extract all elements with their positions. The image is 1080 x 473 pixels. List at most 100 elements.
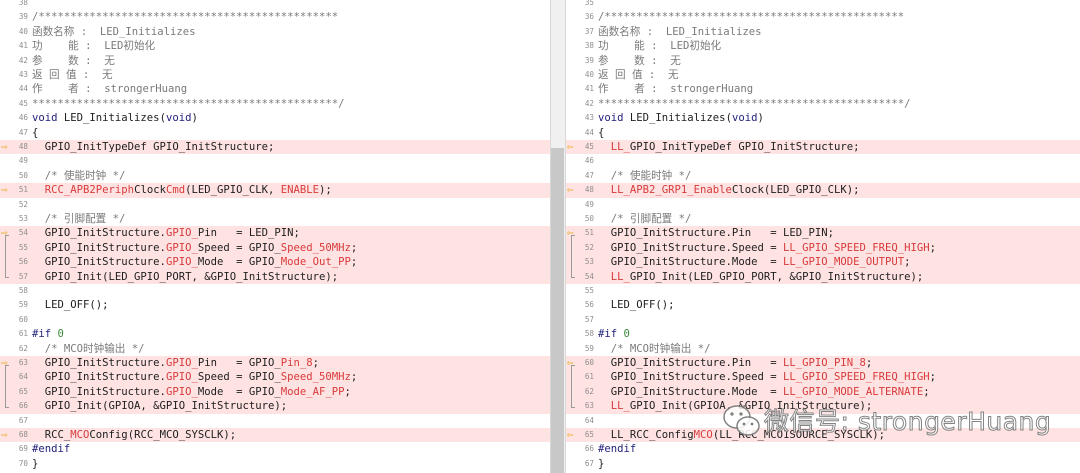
code-text: 功 能 : LED初始化 xyxy=(598,39,721,53)
code-line[interactable]: 36 /*************************************… xyxy=(566,10,1080,24)
code-line[interactable]: 69 #endif xyxy=(0,442,550,456)
diff-code-line[interactable]: 64 GPIO_InitStructure.GPIO_Speed = GPIO_… xyxy=(0,370,550,385)
line-number: 66 xyxy=(584,444,594,454)
code-line[interactable]: 43 void LED_Initializes(void) xyxy=(566,111,1080,125)
diff-code-line[interactable]: ⇦ 48 LL_APB2_GRP1_EnableClock(LED_GPIO_CL… xyxy=(566,183,1080,198)
code-line[interactable]: 60 xyxy=(0,313,550,327)
code-line[interactable]: 61 #if 0 xyxy=(0,327,550,341)
line-gutter: 56 xyxy=(0,255,31,270)
code-text: GPIO_InitStructure.Mode = LL_GPIO_MODE_O… xyxy=(598,255,911,269)
code-line[interactable]: 50 /* 使能时钟 */ xyxy=(0,169,550,183)
code-line[interactable]: 62 /* MCO时钟输出 */ xyxy=(0,342,550,356)
diff-code-line[interactable]: 53 GPIO_InitStructure.Mode = LL_GPIO_MOD… xyxy=(566,255,1080,270)
diff-code-line[interactable]: 52 GPIO_InitStructure.Speed = LL_GPIO_SP… xyxy=(566,240,1080,256)
code-text: ****************************************… xyxy=(32,97,345,111)
code-line[interactable]: 70} xyxy=(0,457,550,471)
line-number: 56 xyxy=(18,257,28,267)
code-line[interactable]: 43 返 回 值 : 无 xyxy=(0,68,550,82)
code-line[interactable]: 59 /* MCO时钟输出 */ xyxy=(566,342,1080,356)
code-line[interactable]: 39 /*************************************… xyxy=(0,10,550,24)
code-line[interactable]: 41 功 能 : LED初始化 xyxy=(0,39,550,53)
line-number: 59 xyxy=(18,300,28,310)
code-line[interactable]: 49 xyxy=(566,198,1080,212)
line-gutter: 61 xyxy=(566,370,597,385)
diff-highlight-token: Periph xyxy=(95,184,135,197)
code-line[interactable]: 40 返 回 值 : 无 xyxy=(566,68,1080,82)
left-arrow-icon[interactable]: ⇦ xyxy=(567,140,574,154)
line-gutter: 41 xyxy=(566,82,597,96)
code-line[interactable]: 46 xyxy=(566,154,1080,168)
code-line[interactable]: 38 功 能 : LED初始化 xyxy=(566,39,1080,53)
code-line[interactable]: 41 作 者 : strongerHuang xyxy=(566,82,1080,96)
left-arrow-icon[interactable]: ⇦ xyxy=(567,183,574,197)
code-line[interactable]: 47 { xyxy=(0,126,550,140)
diff-highlight-token: LL_GPIO_MODE_OUTPUT xyxy=(782,256,905,269)
line-gutter: 41 xyxy=(0,39,31,53)
code-line[interactable]: 46 void LED_Initializes(void) xyxy=(0,111,550,125)
line-number: 66 xyxy=(18,401,28,411)
diff-code-line[interactable]: 56 GPIO_InitStructure.GPIO_Mode = GPIO_M… xyxy=(0,255,550,270)
diff-code-line[interactable]: 66 GPIO_Init(GPIOA, &GPIO_InitStructure)… xyxy=(0,399,550,414)
right-arrow-icon[interactable]: ⇨ xyxy=(1,140,8,154)
diff-code-line[interactable]: ⇨ 48 GPIO_InitTypeDef GPIO_InitStructure; xyxy=(0,140,550,155)
code-line[interactable]: 38 xyxy=(0,0,550,10)
diff-code-line[interactable]: 61 GPIO_InitStructure.Speed = LL_GPIO_SP… xyxy=(566,370,1080,385)
diff-code-line[interactable]: ⇦ 60 GPIO_InitStructure.Pin = LL_GPIO_PIN… xyxy=(566,356,1080,371)
line-gutter: 67 xyxy=(0,414,31,428)
code-line[interactable]: 44 作 者 : strongerHuang xyxy=(0,82,550,96)
code-text: { xyxy=(32,126,38,140)
diff-highlight-token: GPIO_ xyxy=(165,385,198,398)
line-gutter: ⇨ 48 xyxy=(0,140,31,154)
code-token: Clock(LED_GPIO_CLK); xyxy=(731,184,860,197)
diff-code-line[interactable]: ⇦ 51 GPIO_InitStructure.Pin = LED_PIN; xyxy=(566,226,1080,241)
code-line[interactable]: 45 **************************************… xyxy=(0,97,550,111)
diff-code-line[interactable]: ⇨ 54 GPIO_InitStructure.GPIO_Pin = LED_PI… xyxy=(0,226,550,241)
code-line[interactable]: 42 **************************************… xyxy=(566,97,1080,111)
code-token: } xyxy=(32,457,39,470)
line-number: 57 xyxy=(18,271,28,281)
diff-code-line[interactable]: ⇨ 63 GPIO_InitStructure.GPIO_Pin = GPIO_P… xyxy=(0,356,550,371)
right-arrow-icon[interactable]: ⇨ xyxy=(1,428,8,442)
line-number: 63 xyxy=(18,358,28,367)
code-text: 参 数 : 无 xyxy=(598,54,681,68)
code-line[interactable]: 58 xyxy=(0,284,550,298)
code-line[interactable]: 53 /* 引脚配置 */ xyxy=(0,212,550,226)
code-line[interactable]: 67} xyxy=(566,457,1080,471)
code-token: Mode = GPIO_ xyxy=(197,385,281,398)
diff-code-line[interactable]: 54 LL_GPIO_Init(LED_GPIO_PORT, &GPIO_Ini… xyxy=(566,269,1080,284)
code-text: #if 0 xyxy=(598,327,630,341)
left-code-pane[interactable]: 38 39 /***********************************… xyxy=(0,0,550,473)
diff-code-line[interactable]: ⇨ 51 RCC_APB2PeriphClockCmd(LED_GPIO_CLK,… xyxy=(0,183,550,198)
code-line[interactable]: 47 /* 使能时钟 */ xyxy=(566,169,1080,183)
code-line[interactable]: 67 xyxy=(0,414,550,428)
code-text: void LED_Initializes(void) xyxy=(598,111,764,125)
line-gutter: 70 xyxy=(0,457,31,471)
code-line[interactable]: 44 { xyxy=(566,126,1080,140)
diff-code-line[interactable]: 65 GPIO_InitStructure.GPIO_Mode = GPIO_M… xyxy=(0,384,550,400)
code-line[interactable]: 52 xyxy=(0,198,550,212)
code-line[interactable]: 49 xyxy=(0,154,550,168)
code-line[interactable]: 55 xyxy=(566,284,1080,298)
diff-code-line[interactable]: 57 GPIO_Init(LED_GPIO_PORT, &GPIO_InitSt… xyxy=(0,269,550,284)
diff-code-line[interactable]: ⇨ 68 RCC_MCOConfig(RCC_MCO_SYSCLK); xyxy=(0,428,550,443)
code-line[interactable]: 40 函数名称 : LED_Initializes xyxy=(0,25,550,39)
left-arrow-icon[interactable]: ⇦ xyxy=(567,428,574,442)
scrollbar-thumb[interactable] xyxy=(551,148,564,473)
line-number: 36 xyxy=(584,12,594,22)
code-line[interactable]: 37 函数名称 : LED_Initializes xyxy=(566,25,1080,39)
code-line[interactable]: 35 xyxy=(566,0,1080,10)
code-line[interactable]: 39 参 数 : 无 xyxy=(566,54,1080,68)
code-line[interactable]: 50 /* 引脚配置 */ xyxy=(566,212,1080,226)
code-line[interactable]: 59 LED_OFF(); xyxy=(0,298,550,312)
right-arrow-icon[interactable]: ⇨ xyxy=(1,183,8,197)
code-line[interactable]: 57 xyxy=(566,313,1080,327)
diff-code-line[interactable]: ⇦ 45 LL_GPIO_InitTypeDef GPIO_InitStructu… xyxy=(566,140,1080,155)
code-line[interactable]: 58 #if 0 xyxy=(566,327,1080,341)
code-text: } xyxy=(32,457,38,471)
diff-highlight-token: MCO xyxy=(693,429,713,441)
code-line[interactable]: 56 LED_OFF(); xyxy=(566,298,1080,312)
diff-code-line[interactable]: 55 GPIO_InitStructure.GPIO_Speed = GPIO_… xyxy=(0,240,550,256)
code-token: Config(RCC_MCO_SYSCLK); xyxy=(89,429,237,441)
code-line[interactable]: 42 参 数 : 无 xyxy=(0,54,550,68)
